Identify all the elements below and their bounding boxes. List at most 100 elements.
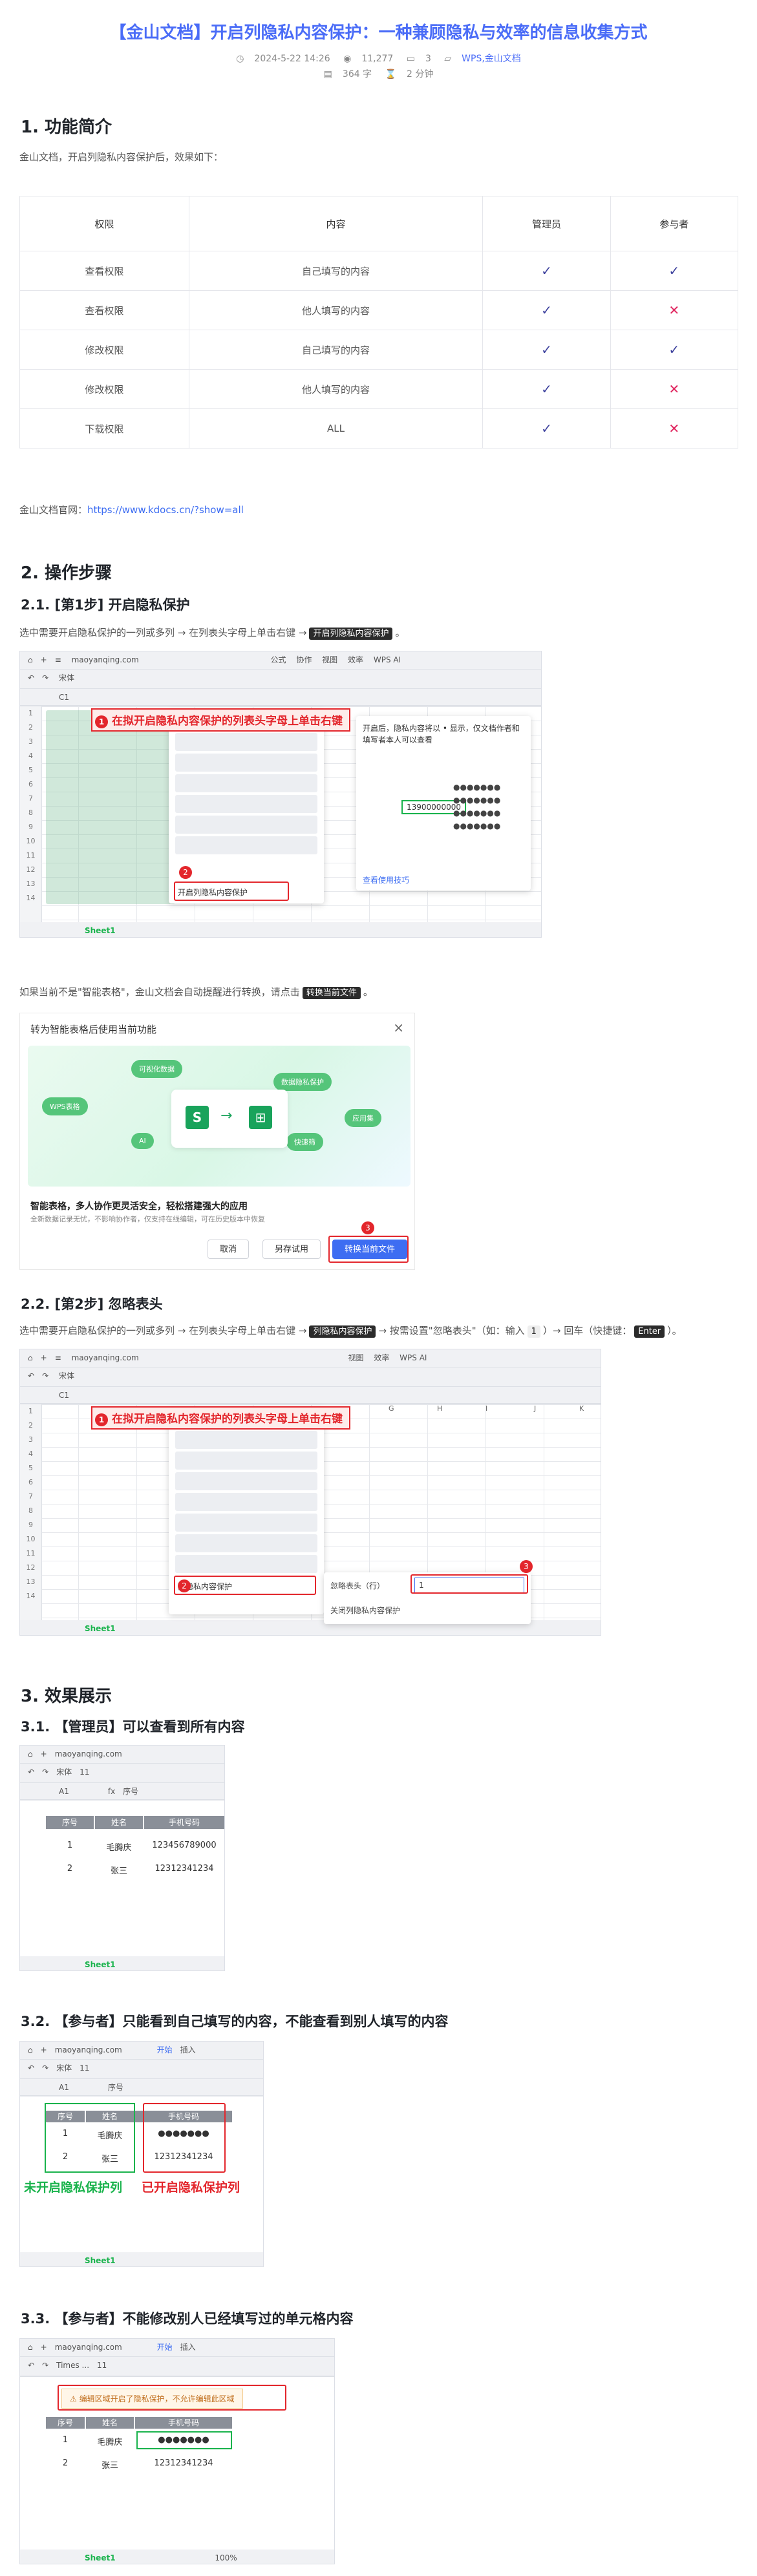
sheet-grid-3[interactable]: 序号 姓名 手机号码 1 毛腾庆 123456789000 2 张三 12312…	[20, 1800, 224, 1956]
cell-reference[interactable]: C1	[59, 689, 69, 706]
cell-name-2[interactable]: 张三	[95, 1864, 143, 1876]
content-cell: ALL	[188, 408, 484, 449]
undo-icon[interactable]: ↶	[28, 1367, 34, 1384]
menu-tab-efficiency[interactable]: 效率	[374, 1349, 389, 1366]
section-3-heading: 3. 效果展示	[19, 1683, 119, 1708]
undo-icon[interactable]: ↶	[28, 2060, 34, 2076]
redo-icon[interactable]: ↷	[42, 2357, 48, 2374]
zoom-level[interactable]: 100%	[215, 2550, 237, 2564]
formula-bar: C1	[20, 689, 541, 706]
table-header-row: 权限 内容 管理员 参与者	[19, 196, 739, 251]
wps-ai-label[interactable]: WPS AI	[400, 1349, 427, 1366]
popup-tips-link[interactable]: 查看使用技巧	[363, 874, 409, 885]
sheet-tabs-bar-4: Sheet1	[20, 2252, 263, 2266]
saveas-button[interactable]: 另存试用	[262, 1240, 321, 1259]
menu-tab-formula[interactable]: 公式	[270, 651, 286, 668]
sheet-tabs-bar-3: Sheet1	[20, 1956, 224, 1970]
smart-desc-end: 。	[363, 986, 373, 998]
font-select[interactable]: 宋体	[56, 1764, 72, 1780]
disable-protection-item[interactable]: 关闭列隐私内容保护	[330, 1605, 400, 1616]
sheet-tab[interactable]: Sheet1	[85, 922, 116, 937]
step-1-desc: 选中需要开启隐私保护的一列或多列 → 在列表头字母上单击右键 → 开启列隐私内容保…	[19, 626, 405, 640]
close-icon[interactable]: ×	[393, 1020, 404, 1035]
plus-icon: +	[40, 1353, 47, 1362]
step-2-desc-d: ）。	[667, 1325, 682, 1336]
font-size-select[interactable]: 11	[80, 1764, 89, 1780]
sheet-tab[interactable]: Sheet1	[85, 1620, 116, 1635]
cancel-button[interactable]: 取消	[208, 1240, 250, 1259]
menu-tab-view[interactable]: 视图	[322, 651, 337, 668]
cell-phone-2[interactable]: 12312341234	[144, 1864, 224, 1874]
admin-check-icon: ✓	[482, 330, 611, 370]
category-link[interactable]: WPS,金山文档	[462, 54, 521, 64]
domain-label: maoyanqing.com	[71, 1353, 139, 1362]
font-select[interactable]: 宋体	[56, 2060, 72, 2076]
sheet-grid-4[interactable]: 序号 姓名 手机号码 1 毛腾庆 ●●●●●●● 2 张三 1231234123…	[20, 2096, 263, 2252]
menu-tab-view[interactable]: 视图	[348, 1349, 363, 1366]
undo-icon[interactable]: ↶	[28, 2357, 34, 2374]
redo-icon[interactable]: ↷	[42, 1764, 48, 1780]
participant-cross-icon: ✕	[610, 369, 739, 409]
step-1-desc-text: 选中需要开启隐私保护的一列或多列 → 在列表头字母上单击右键 →	[19, 627, 307, 639]
cell-seq-2[interactable]: 2	[46, 2458, 85, 2468]
cell-seq-1[interactable]: 1	[46, 1841, 94, 1850]
plus-icon: +	[40, 2045, 47, 2054]
site-link[interactable]: https://www.kdocs.cn/?show=all	[87, 504, 244, 516]
font-select[interactable]: 宋体	[59, 670, 74, 686]
menu-tab-efficiency[interactable]: 效率	[348, 651, 363, 668]
menu-tab-start[interactable]: 开始	[157, 2339, 173, 2356]
redo-icon[interactable]: ↷	[42, 2060, 48, 2076]
menu-tab-insert[interactable]: 插入	[180, 2042, 196, 2058]
section-1-heading: 1. 功能简介	[19, 114, 119, 139]
toolbar-5: ↶ ↷ Times ... 11	[20, 2357, 334, 2376]
perm-cell: 查看权限	[19, 251, 189, 291]
sheet-tab[interactable]: Sheet1	[85, 2252, 116, 2266]
view-count: 11,277	[361, 54, 394, 64]
font-size-select[interactable]: 11	[97, 2357, 107, 2374]
font-select[interactable]: Times ...	[56, 2357, 89, 2374]
content-cell: 自己填写的内容	[188, 330, 484, 370]
cell-reference[interactable]: C1	[59, 1387, 69, 1404]
green-box	[45, 2103, 135, 2173]
sheet-tab[interactable]: Sheet1	[85, 1956, 116, 1970]
screenshot-participant-view: ⌂ + maoyanqing.com 开始 插入 ↶ ↷ 宋体 11 A1 序号 序号 姓名 …	[19, 2041, 264, 2267]
cell-seq-2[interactable]: 2	[46, 1864, 94, 1874]
font-size-select[interactable]: 11	[80, 2060, 89, 2076]
read-time: 2 分钟	[406, 69, 434, 79]
home-icon: ⌂	[28, 1353, 33, 1362]
header-seq: 序号	[46, 1816, 94, 1829]
cell-name-1[interactable]: 毛腾庆	[86, 2435, 134, 2447]
hourglass-icon: ⌛	[385, 69, 396, 79]
fx-value[interactable]: 序号	[108, 2079, 123, 2096]
domain-label: maoyanqing.com	[54, 2045, 122, 2054]
cell-reference[interactable]: A1	[59, 2079, 69, 2096]
undo-icon[interactable]: ↶	[28, 1764, 34, 1780]
sheet-grid-5[interactable]: 序号 姓名 手机号码 1 毛腾庆 ●●●●●●● 2 张三 1231234123…	[20, 2376, 334, 2550]
cell-name-2[interactable]: 张三	[86, 2458, 134, 2471]
convert-illustration: S → ⊞	[171, 1090, 288, 1148]
cell-seq-1[interactable]: 1	[46, 2435, 85, 2445]
wps-ai-label[interactable]: WPS AI	[374, 651, 401, 668]
cell-reference[interactable]: A1	[59, 1783, 69, 1800]
menu-tab-start[interactable]: 开始	[157, 2042, 173, 2058]
menu-tab-collab[interactable]: 协作	[296, 651, 312, 668]
redo-icon[interactable]: ↷	[42, 1367, 48, 1384]
plus-icon: +	[40, 655, 47, 664]
fx-value[interactable]: 序号	[123, 1783, 138, 1800]
undo-icon[interactable]: ↶	[28, 670, 34, 686]
sheet-tab[interactable]: Sheet1	[85, 2550, 116, 2564]
font-select[interactable]: 宋体	[59, 1367, 74, 1384]
chip-filter: 快速筛	[286, 1133, 323, 1151]
step-2-desc: 选中需要开启隐私保护的一列或多列 → 在列表头字母上单击右键 → 列隐私内容保护 →…	[19, 1324, 682, 1338]
toolbar-2: ↶ ↷ 宋体	[20, 1367, 601, 1387]
menu-tab-insert[interactable]: 插入	[180, 2339, 196, 2356]
effect-1-heading: 3.1. 【管理员】可以查看到所有内容	[19, 1716, 251, 1737]
toolbar-4: ↶ ↷ 宋体 11	[20, 2060, 263, 2079]
cell-phone-2[interactable]: 12312341234	[135, 2458, 232, 2468]
step-2-desc-a: 选中需要开启隐私保护的一列或多列 → 在列表头字母上单击右键 →	[19, 1325, 307, 1336]
cell-phone-1[interactable]: 123456789000	[144, 1841, 224, 1850]
cell-name-1[interactable]: 毛腾庆	[95, 1841, 143, 1853]
redo-icon[interactable]: ↷	[42, 670, 48, 686]
comment-count[interactable]: 3	[425, 54, 431, 64]
content-cell: 他人填写的内容	[188, 290, 484, 330]
